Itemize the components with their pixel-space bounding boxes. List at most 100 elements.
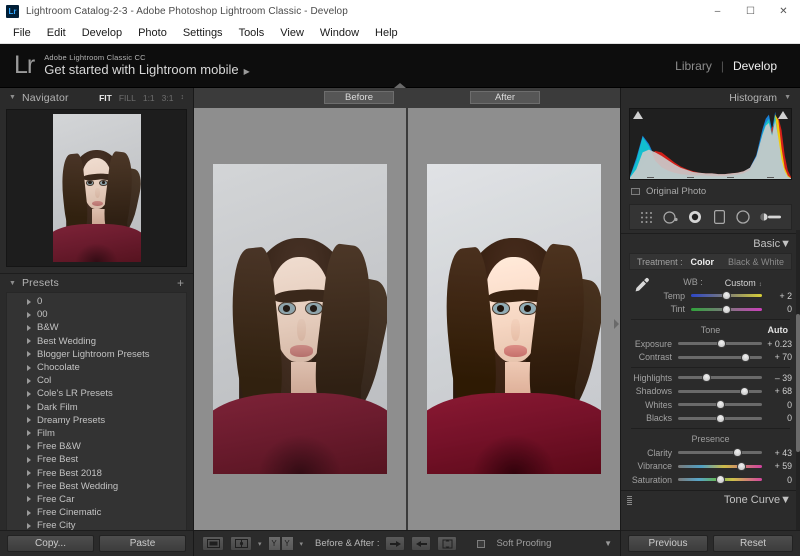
preset-group-row[interactable]: Free Cinematic xyxy=(7,506,186,519)
menu-view[interactable]: View xyxy=(272,24,312,42)
slider-highlights[interactable]: Highlights – 39 xyxy=(621,371,800,385)
slider-whites[interactable]: Whites 0 xyxy=(621,398,800,412)
zoom-stepper-icon[interactable]: ↕ xyxy=(181,94,185,101)
wb-dropdown-icon[interactable]: ↕ xyxy=(759,282,762,288)
module-library[interactable]: Library xyxy=(666,59,721,73)
preset-group-row[interactable]: Free Best 2018 xyxy=(7,466,186,479)
crop-overlay-button[interactable] xyxy=(638,209,655,226)
add-preset-icon[interactable]: + xyxy=(177,277,184,289)
slider-exposure-track[interactable] xyxy=(678,342,762,345)
histogram-chart[interactable] xyxy=(629,108,792,180)
menu-edit[interactable]: Edit xyxy=(39,24,74,42)
copy-after-to-before-button[interactable] xyxy=(411,536,431,551)
preset-group-row[interactable]: Free Best xyxy=(7,453,186,466)
reset-button[interactable]: Reset xyxy=(713,535,793,552)
preset-expand-icon[interactable] xyxy=(27,378,31,384)
wb-preset-dropdown[interactable]: Custom↕ xyxy=(725,273,762,291)
slider-temp[interactable]: Temp + 2 xyxy=(653,289,792,303)
slider-saturation-track[interactable] xyxy=(678,478,762,481)
preset-expand-icon[interactable] xyxy=(27,510,31,516)
slider-blacks-knob[interactable] xyxy=(716,414,725,423)
preset-group-row[interactable]: Chocolate xyxy=(7,361,186,374)
right-panel-toggle-icon[interactable] xyxy=(614,319,619,329)
slider-highlights-track[interactable] xyxy=(678,376,762,379)
zoom-mode-fill[interactable]: FILL xyxy=(119,93,136,103)
menu-develop[interactable]: Develop xyxy=(74,24,130,42)
histogram-header[interactable]: Histogram ▼ xyxy=(621,88,800,107)
slider-clarity-knob[interactable] xyxy=(733,448,742,457)
menu-tools[interactable]: Tools xyxy=(231,24,273,42)
zoom-mode-1-1[interactable]: 1:1 xyxy=(143,93,155,103)
presets-header[interactable]: ▼ Presets + xyxy=(0,273,193,292)
navigator-preview[interactable] xyxy=(6,109,187,267)
slider-saturation[interactable]: Saturation 0 xyxy=(621,473,800,487)
slider-exposure-knob[interactable] xyxy=(717,339,726,348)
menu-file[interactable]: File xyxy=(5,24,39,42)
basic-panel-header[interactable]: Basic ▼ xyxy=(621,233,800,253)
slider-tint[interactable]: Tint 0 xyxy=(653,303,792,317)
preset-expand-icon[interactable] xyxy=(27,338,31,344)
navigator-collapse-icon[interactable]: ▼ xyxy=(9,94,16,101)
slider-tint-track[interactable] xyxy=(691,308,762,311)
preset-group-row[interactable]: 0 xyxy=(7,295,186,308)
toolbar-more-icon[interactable]: ▼ xyxy=(604,539,612,548)
slider-clarity-track[interactable] xyxy=(678,451,762,454)
slider-tint-knob[interactable] xyxy=(722,305,731,314)
preset-expand-icon[interactable] xyxy=(27,299,31,305)
soft-proofing-checkbox[interactable] xyxy=(477,540,485,548)
slider-contrast-knob[interactable] xyxy=(741,353,750,362)
slider-shadows-knob[interactable] xyxy=(740,387,749,396)
previous-button[interactable]: Previous xyxy=(628,535,708,552)
preset-group-row[interactable]: 00 xyxy=(7,308,186,321)
slider-highlights-knob[interactable] xyxy=(702,373,711,382)
menu-help[interactable]: Help xyxy=(367,24,406,42)
loupe-view-button[interactable] xyxy=(202,536,224,551)
identity-plate[interactable]: Adobe Lightroom Classic CC Get started w… xyxy=(44,53,250,79)
play-arrow-icon[interactable]: ▶ xyxy=(244,67,250,76)
minimize-button[interactable]: – xyxy=(701,0,734,22)
white-balance-row[interactable]: WB : Custom↕ xyxy=(653,274,792,289)
white-balance-selector-button[interactable] xyxy=(629,274,653,293)
preset-group-row[interactable]: Free City xyxy=(7,519,186,530)
preset-group-row[interactable]: Dreamy Presets xyxy=(7,414,186,427)
before-after-yy-right[interactable]: Y xyxy=(281,536,294,551)
slider-vibrance-knob[interactable] xyxy=(737,462,746,471)
before-pane[interactable] xyxy=(194,108,406,530)
highlight-clipping-icon[interactable] xyxy=(778,111,788,119)
red-eye-correction-button[interactable] xyxy=(686,209,703,226)
zoom-mode-3-1[interactable]: 3:1 xyxy=(162,93,174,103)
preset-expand-icon[interactable] xyxy=(27,430,31,436)
zoom-mode-fit[interactable]: FIT xyxy=(99,93,112,103)
preset-expand-icon[interactable] xyxy=(27,325,31,331)
menu-photo[interactable]: Photo xyxy=(130,24,175,42)
slider-temp-track[interactable] xyxy=(691,294,762,297)
preset-group-row[interactable]: Blogger Lightroom Presets xyxy=(7,348,186,361)
preset-group-row[interactable]: Col xyxy=(7,374,186,387)
radial-filter-button[interactable] xyxy=(735,209,752,226)
menu-window[interactable]: Window xyxy=(312,24,367,42)
preset-expand-icon[interactable] xyxy=(27,470,31,476)
graduated-filter-button[interactable] xyxy=(711,209,728,226)
slider-shadows-track[interactable] xyxy=(678,390,762,393)
spot-removal-button[interactable] xyxy=(662,209,679,226)
slider-contrast-track[interactable] xyxy=(678,356,762,359)
navigator-header[interactable]: ▼ Navigator FIT FILL 1:1 3:1 ↕ xyxy=(0,88,193,107)
slider-vibrance-track[interactable] xyxy=(678,465,762,468)
shadow-clipping-icon[interactable] xyxy=(633,111,643,119)
tone-curve-collapse-icon[interactable]: ▼ xyxy=(780,494,791,506)
preset-expand-icon[interactable] xyxy=(27,496,31,502)
slider-whites-track[interactable] xyxy=(678,403,762,406)
preset-expand-icon[interactable] xyxy=(27,365,31,371)
treatment-color-option[interactable]: Color xyxy=(690,257,714,267)
preset-group-row[interactable]: Dark Film xyxy=(7,401,186,414)
preset-expand-icon[interactable] xyxy=(27,312,31,318)
preset-group-row[interactable]: Best Wedding xyxy=(7,335,186,348)
preset-group-row[interactable]: Free Car xyxy=(7,493,186,506)
paste-button[interactable]: Paste xyxy=(99,535,186,552)
preset-expand-icon[interactable] xyxy=(27,523,31,529)
slider-shadows[interactable]: Shadows + 68 xyxy=(621,385,800,399)
slider-clarity[interactable]: Clarity + 43 xyxy=(621,446,800,460)
auto-tone-button[interactable]: Auto xyxy=(768,323,789,337)
preset-group-row[interactable]: Film xyxy=(7,427,186,440)
before-after-yy-left[interactable]: Y xyxy=(268,536,281,551)
